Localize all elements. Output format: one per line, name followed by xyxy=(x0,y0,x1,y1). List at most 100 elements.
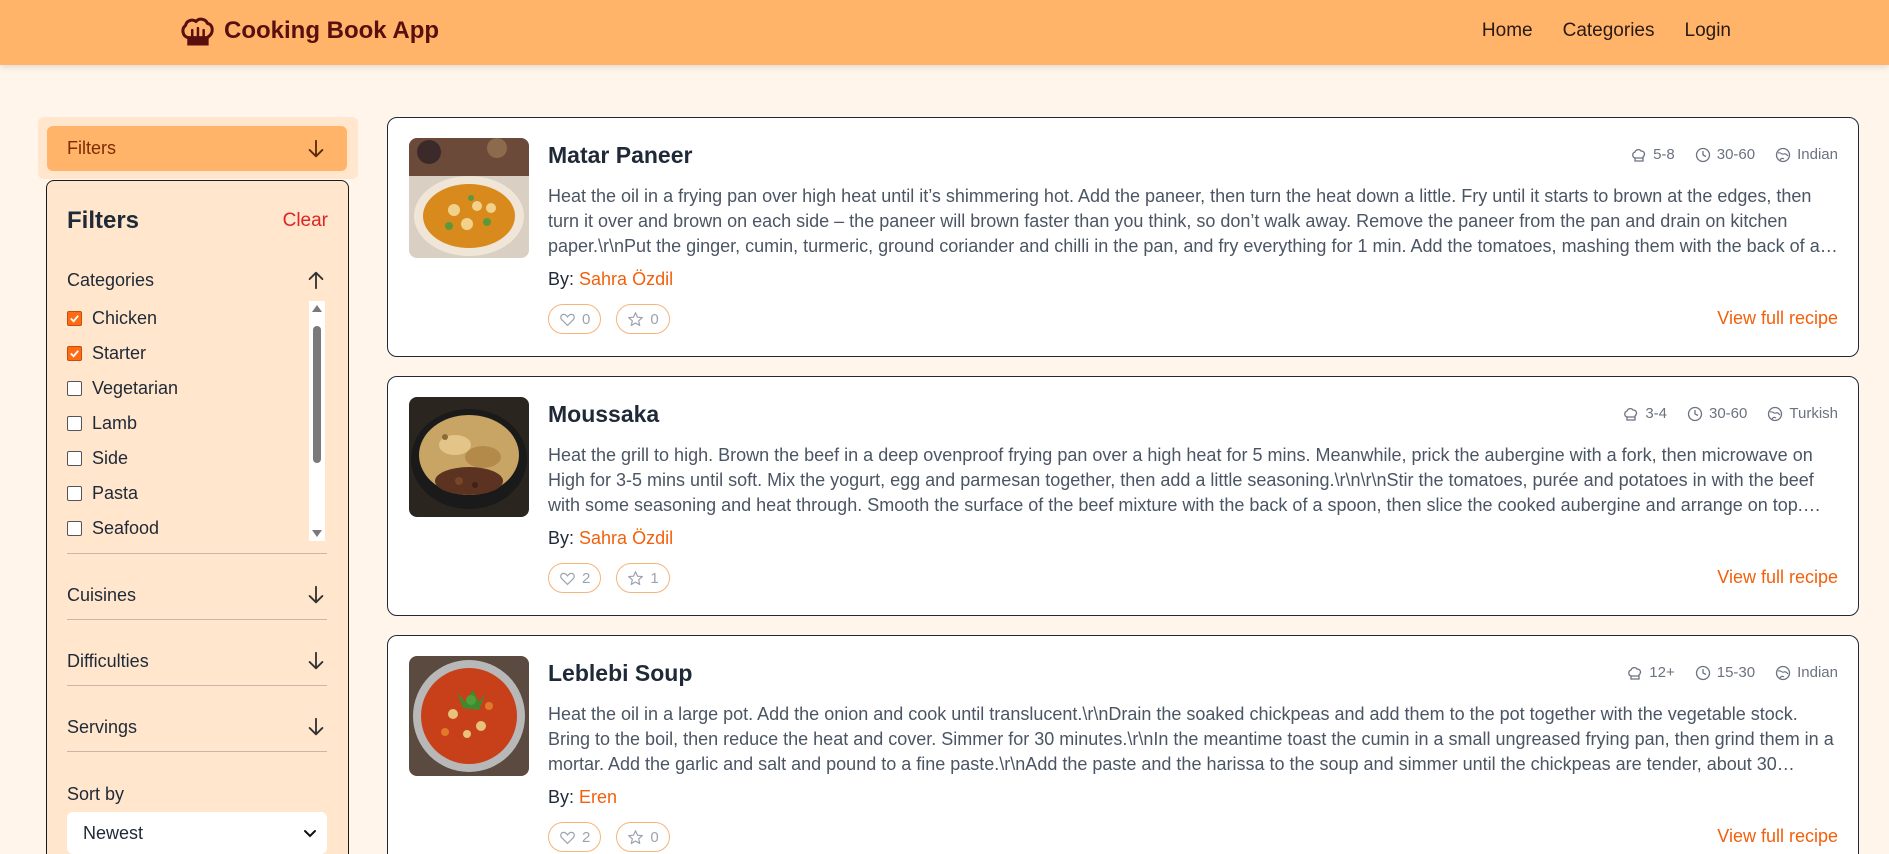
recipe-description: Heat the grill to high. Brown the beef i… xyxy=(548,445,1814,515)
category-label: Vegetarian xyxy=(92,378,179,398)
servings-value: 5-8 xyxy=(1653,146,1675,163)
category-checkbox[interactable] xyxy=(67,451,82,466)
category-checkbox[interactable] xyxy=(67,416,82,431)
favorite-button[interactable]: 1 xyxy=(616,563,670,593)
recipe-author-line: By: Sahra Özdil xyxy=(548,528,673,549)
nav-home[interactable]: Home xyxy=(1482,20,1533,42)
star-count: 0 xyxy=(650,828,659,846)
like-count: 2 xyxy=(582,828,591,846)
main-nav: Home Categories Login xyxy=(1482,0,1731,62)
recipe-image[interactable] xyxy=(409,138,529,258)
like-button[interactable]: 0 xyxy=(548,304,602,334)
category-checkbox[interactable] xyxy=(67,521,82,536)
category-label: Seafood xyxy=(92,518,160,538)
like-button[interactable]: 2 xyxy=(548,563,602,593)
categories-section-header[interactable]: Categories xyxy=(67,269,327,291)
divider xyxy=(67,685,327,686)
category-checkbox[interactable] xyxy=(67,346,82,361)
category-checkbox[interactable] xyxy=(67,381,82,396)
cuisine-info: Indian xyxy=(1775,146,1838,163)
servings-info: 5-8 xyxy=(1631,146,1675,163)
recipe-title[interactable]: Leblebi Soup xyxy=(548,660,692,687)
category-item-vegetarian[interactable]: Vegetarian xyxy=(67,371,307,406)
author-prefix: By: xyxy=(548,787,575,807)
cuisine-info: Turkish xyxy=(1767,405,1838,422)
recipe-card: Leblebi Soup 12+ 15-30 Indian Heat the o… xyxy=(387,635,1859,854)
recipe-photo-moussaka xyxy=(409,397,529,517)
star-count: 0 xyxy=(650,310,659,328)
check-icon xyxy=(70,315,79,323)
like-count: 2 xyxy=(582,569,591,587)
reactions: 0 0 xyxy=(548,304,670,334)
arrow-up-icon xyxy=(308,271,324,290)
recipe-image[interactable] xyxy=(409,397,529,517)
category-checkbox[interactable] xyxy=(67,486,82,501)
category-label: Starter xyxy=(92,343,147,363)
filters-panel: Filters Clear Categories Chicken Starter… xyxy=(46,180,349,854)
view-full-recipe-link[interactable]: View full recipe xyxy=(1717,826,1838,847)
recipe-meta: 5-8 30-60 Indian xyxy=(1631,146,1838,163)
cuisine-value: Turkish xyxy=(1789,405,1838,422)
sort-select-value: Newest xyxy=(83,822,144,843)
chevron-down-icon xyxy=(304,830,316,838)
reactions: 2 1 xyxy=(548,563,670,593)
filters-toggle-button[interactable]: Filters xyxy=(47,126,347,171)
author-prefix: By: xyxy=(548,528,575,548)
recipe-meta: 3-4 30-60 Turkish xyxy=(1623,405,1838,422)
category-item-side[interactable]: Side xyxy=(67,441,307,476)
clock-icon xyxy=(1687,406,1703,421)
category-item-seafood[interactable]: Seafood xyxy=(67,511,307,546)
view-full-recipe-link[interactable]: View full recipe xyxy=(1717,308,1838,329)
chef-hat-small-icon xyxy=(1628,666,1642,680)
arrow-down-icon xyxy=(308,717,324,736)
chef-hat-icon xyxy=(181,17,214,46)
sort-select[interactable]: Newest xyxy=(67,812,327,854)
globe-icon xyxy=(1775,147,1791,162)
scroll-down-arrow-icon[interactable] xyxy=(312,530,322,537)
star-icon xyxy=(628,570,644,585)
category-item-pasta[interactable]: Pasta xyxy=(67,476,307,511)
servings-value: 12+ xyxy=(1649,664,1675,681)
category-label: Chicken xyxy=(92,308,158,328)
author-link[interactable]: Eren xyxy=(579,787,617,807)
like-button[interactable]: 2 xyxy=(548,822,602,852)
like-count: 0 xyxy=(582,310,591,328)
author-link[interactable]: Sahra Özdil xyxy=(579,528,673,548)
star-icon xyxy=(628,311,644,326)
scroll-up-arrow-icon[interactable] xyxy=(312,305,322,312)
clear-filters-link[interactable]: Clear xyxy=(283,210,328,232)
brand-link[interactable]: Cooking Book App xyxy=(178,12,439,50)
nav-categories[interactable]: Categories xyxy=(1563,20,1655,42)
cuisine-info: Indian xyxy=(1775,664,1838,681)
arrow-down-icon xyxy=(308,651,324,670)
recipe-title[interactable]: Matar Paneer xyxy=(548,142,692,169)
time-value: 15-30 xyxy=(1716,664,1756,681)
nav-login[interactable]: Login xyxy=(1685,20,1732,42)
time-info: 30-60 xyxy=(1687,405,1747,422)
author-link[interactable]: Sahra Özdil xyxy=(579,269,673,289)
categories-scrollbar[interactable] xyxy=(309,301,325,541)
category-label: Lamb xyxy=(92,413,138,433)
servings-label: Servings xyxy=(67,716,138,737)
cuisines-section-header[interactable]: Cuisines xyxy=(67,584,327,606)
recipe-card: Matar Paneer 5-8 30-60 Indian Heat the o… xyxy=(387,117,1859,357)
category-item-chicken[interactable]: Chicken xyxy=(67,301,307,336)
category-item-lamb[interactable]: Lamb xyxy=(67,406,307,441)
servings-section-header[interactable]: Servings xyxy=(67,716,327,738)
favorite-button[interactable]: 0 xyxy=(616,822,670,852)
filters-toggle-label: Filters xyxy=(67,138,116,158)
reactions: 2 0 xyxy=(548,822,670,852)
view-full-recipe-link[interactable]: View full recipe xyxy=(1717,567,1838,588)
difficulties-section-header[interactable]: Difficulties xyxy=(67,650,327,672)
favorite-button[interactable]: 0 xyxy=(616,304,670,334)
category-checkbox[interactable] xyxy=(67,311,82,326)
category-item-starter[interactable]: Starter xyxy=(67,336,307,371)
scroll-thumb[interactable] xyxy=(313,326,321,463)
recipe-image[interactable] xyxy=(409,656,529,776)
sort-by-label: Sort by xyxy=(67,784,125,804)
chef-hat-small-icon xyxy=(1632,148,1646,162)
star-count: 1 xyxy=(650,569,659,587)
recipe-meta: 12+ 15-30 Indian xyxy=(1627,664,1838,681)
recipe-title[interactable]: Moussaka xyxy=(548,401,659,428)
time-info: 30-60 xyxy=(1695,146,1755,163)
